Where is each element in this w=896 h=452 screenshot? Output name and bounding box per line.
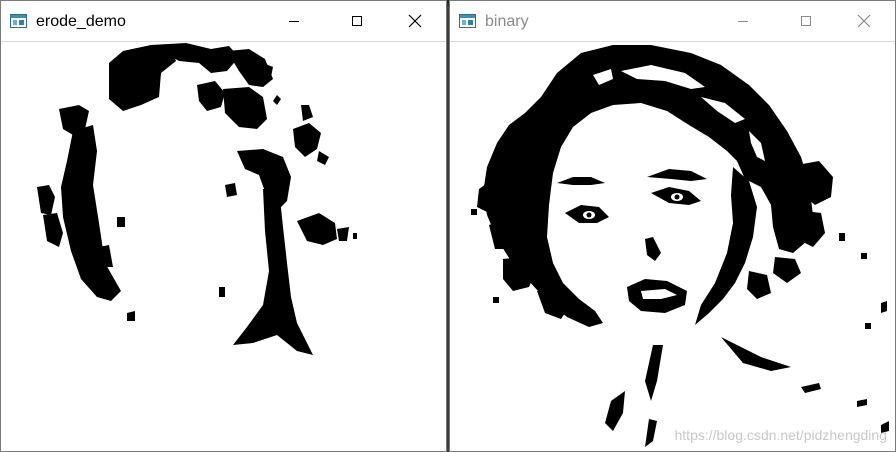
erode-demo-window: erode_demo [0,0,447,452]
close-icon [408,14,422,28]
eroded-image [37,43,357,355]
minimize-button[interactable] [720,1,766,41]
binary-window: binary https://blog.csdn.net/pidzhengdin… [449,0,896,452]
close-button[interactable] [392,1,438,41]
watermark-text: https://blog.csdn.net/pidzhengding [674,427,888,443]
maximize-icon [352,16,362,26]
erode-demo-title: erode_demo [36,13,126,30]
maximize-icon [801,16,811,26]
erode-demo-image-canvas [1,42,446,451]
close-button[interactable] [841,1,887,41]
minimize-icon [289,21,299,22]
app-window-icon [10,14,27,28]
minimize-button[interactable] [271,1,317,41]
minimize-icon [738,21,748,22]
close-icon [857,14,871,28]
erode-demo-titlebar[interactable]: erode_demo [1,1,446,41]
binary-titlebar[interactable]: binary [450,1,895,41]
maximize-button[interactable] [783,1,829,41]
binary-title: binary [485,13,529,30]
binary-portrait-image [471,45,889,447]
binary-image-canvas: https://blog.csdn.net/pidzhengding [450,42,895,451]
maximize-button[interactable] [334,1,380,41]
app-window-icon [459,14,476,28]
